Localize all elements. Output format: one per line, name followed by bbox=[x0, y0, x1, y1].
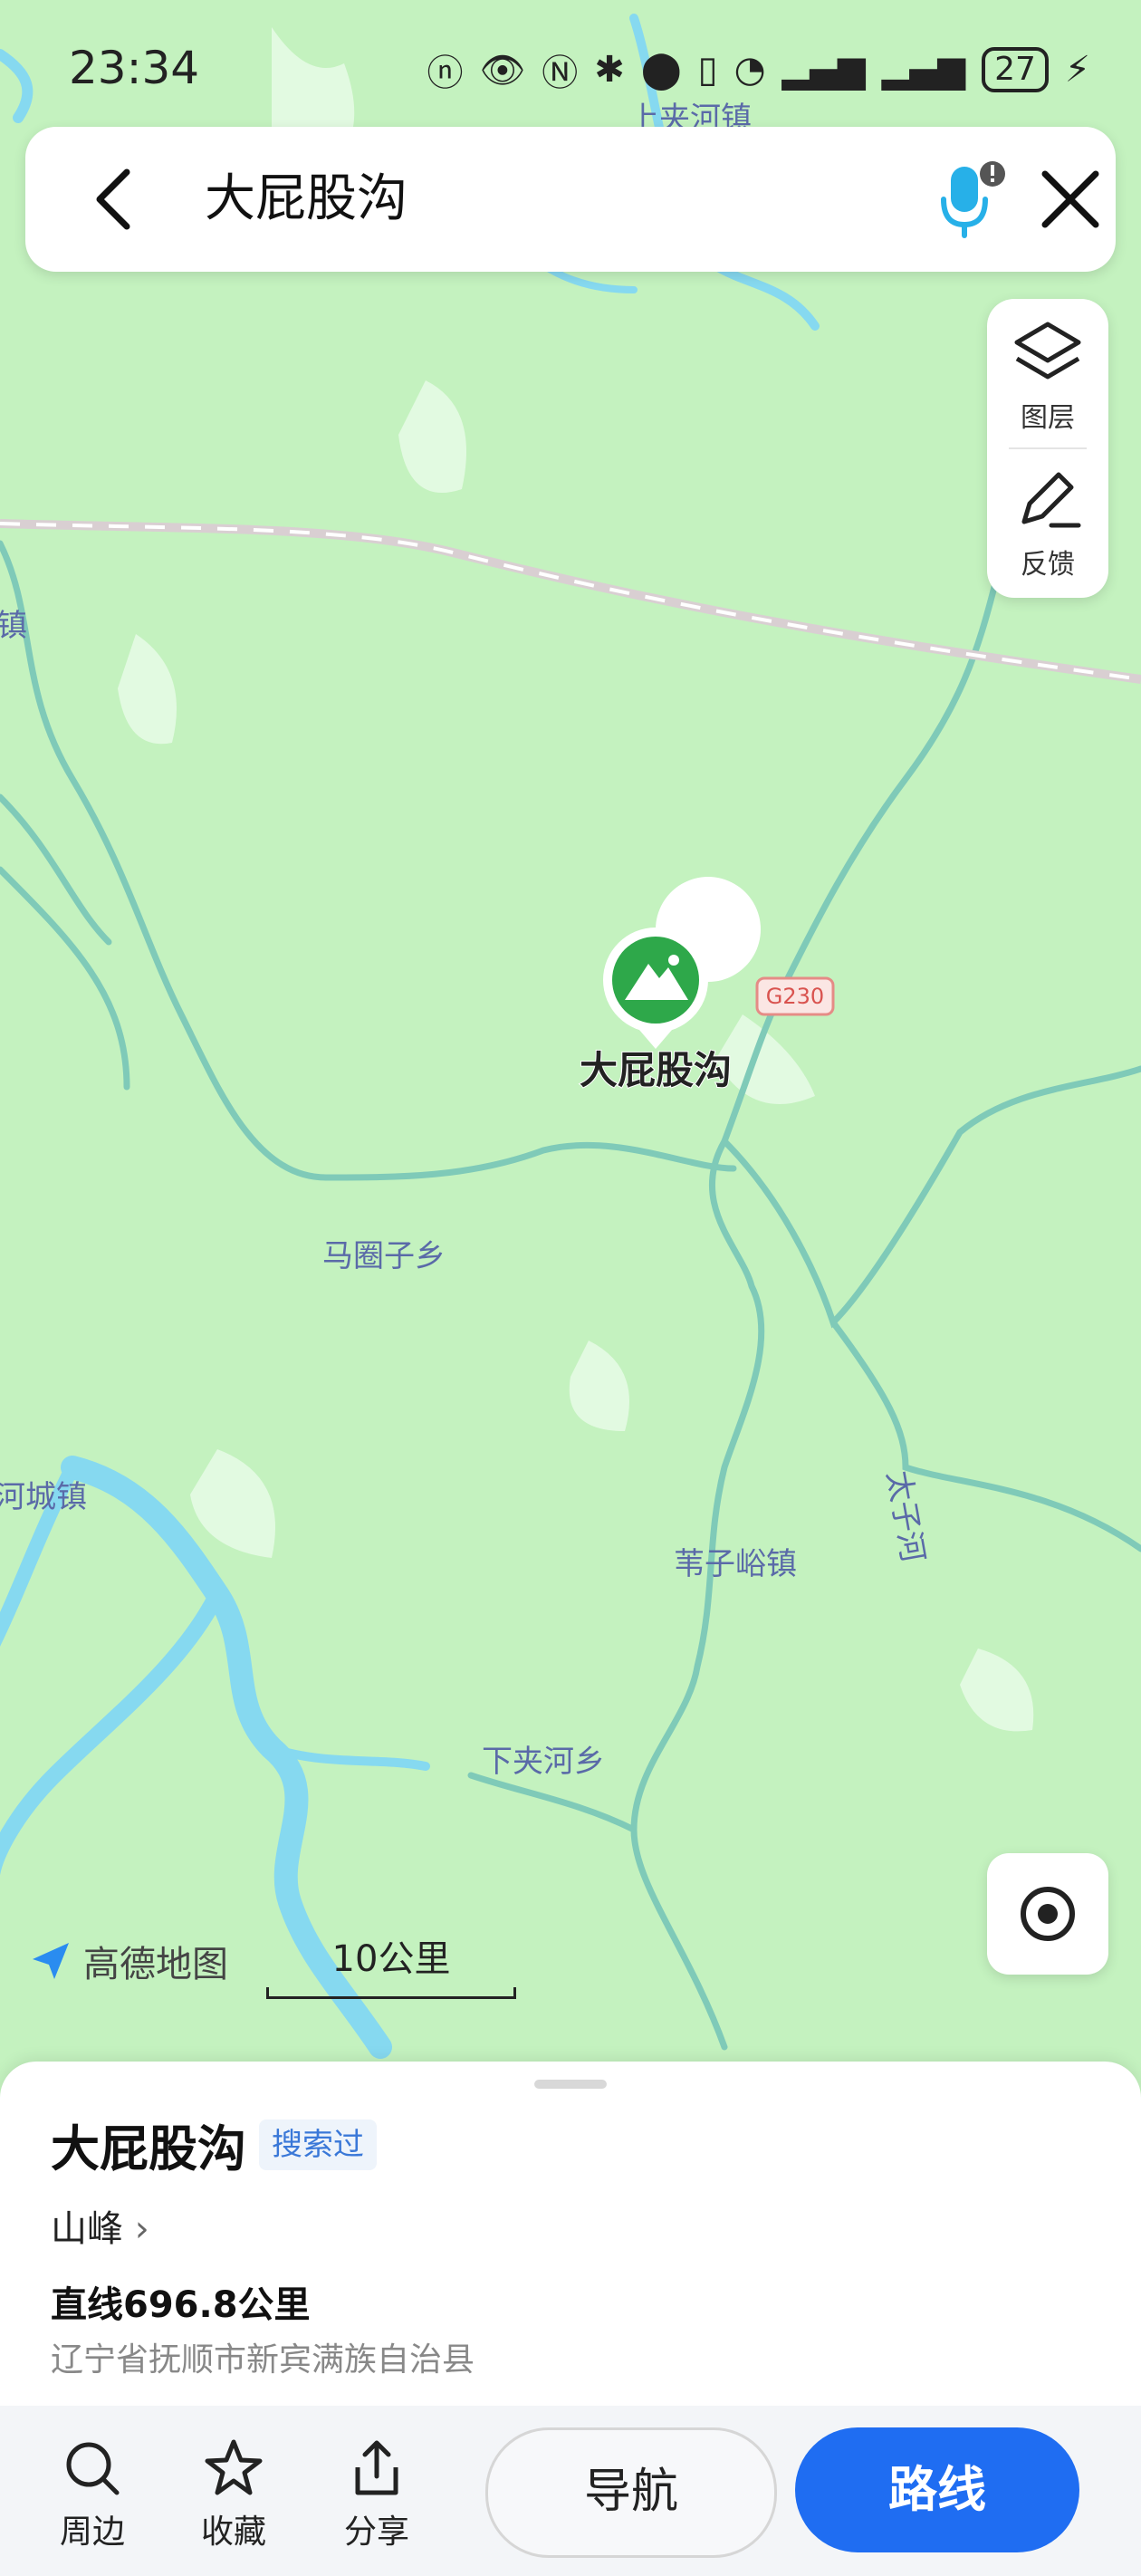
map-tools-panel: 图层 反馈 bbox=[987, 299, 1108, 598]
nearby-label: 周边 bbox=[59, 2514, 125, 2551]
place-category[interactable]: 山峰 › bbox=[51, 2199, 149, 2252]
charging-icon: ⚡ bbox=[1064, 49, 1090, 91]
road-badge: G230 bbox=[755, 976, 835, 1016]
category-label: 山峰 bbox=[51, 2208, 123, 2250]
amap-logo-icon bbox=[33, 1943, 69, 1979]
map-label-ma-quan: 马圈子乡 bbox=[322, 1238, 446, 1274]
logo-text: 高德地图 bbox=[83, 1944, 228, 1985]
layers-button[interactable]: 图层 bbox=[987, 319, 1108, 435]
sheet-handle[interactable] bbox=[534, 2080, 607, 2089]
map-label-he-cheng: 河城镇 bbox=[0, 1479, 87, 1515]
edit-icon bbox=[1021, 472, 1081, 528]
search-bar: 大屁股沟 bbox=[25, 127, 1116, 272]
close-button[interactable] bbox=[1031, 159, 1110, 239]
battery-indicator: 27 bbox=[982, 47, 1049, 92]
location-icon: ⬤ bbox=[640, 49, 682, 91]
map-label-xia-jia-he: 下夹河乡 bbox=[482, 1744, 605, 1780]
locate-button[interactable] bbox=[987, 1853, 1108, 1975]
layers-label: 图层 bbox=[1021, 402, 1075, 434]
share-label: 分享 bbox=[343, 2514, 409, 2551]
searched-badge: 搜索过 bbox=[259, 2119, 377, 2170]
status-icons: ⓝ 👁 Ⓝ ✱ ⬤ ▯ ◔ ▂▄▆ ▂▄▆ 27 ⚡ bbox=[427, 43, 1090, 96]
tools-divider bbox=[1009, 447, 1087, 449]
signal-icon: ▂▄▆ bbox=[781, 49, 866, 91]
favorite-button[interactable]: 收藏 bbox=[179, 2437, 288, 2552]
place-title: 大屁股沟 bbox=[51, 2120, 246, 2177]
road-badge-label: G230 bbox=[766, 984, 824, 1009]
microphone-icon bbox=[941, 161, 1005, 238]
voice-search-button[interactable] bbox=[922, 154, 1012, 245]
chevron-right-icon: › bbox=[134, 2208, 149, 2250]
eye-icon: 👁 bbox=[479, 49, 526, 91]
locate-icon bbox=[1021, 1887, 1075, 1941]
favorite-label: 收藏 bbox=[200, 2514, 266, 2551]
nfc-data-icon: ⓝ bbox=[427, 53, 464, 94]
nearby-button[interactable]: 周边 bbox=[38, 2437, 147, 2552]
nfc-icon: Ⓝ bbox=[542, 53, 579, 94]
place-detail-sheet[interactable]: 大屁股沟 搜索过 山峰 › 直线696.8公里 辽宁省抚顺市新宾满族自治县 bbox=[0, 2062, 1141, 2406]
status-time: 23:34 bbox=[69, 42, 200, 94]
scale-bar bbox=[266, 1987, 516, 1999]
route-button[interactable]: 路线 bbox=[795, 2427, 1079, 2552]
action-bar: 周边 收藏 分享 导航 路线 bbox=[0, 2406, 1141, 2576]
navigate-button[interactable]: 导航 bbox=[485, 2427, 777, 2558]
share-icon bbox=[355, 2440, 398, 2495]
search-query[interactable]: 大屁股沟 bbox=[205, 163, 408, 235]
map-logo: 高德地图 bbox=[27, 1935, 228, 1987]
place-address: 辽宁省抚顺市新宾满族自治县 bbox=[51, 2341, 475, 2379]
signal-icon: ▂▄▆ bbox=[881, 49, 966, 91]
back-button[interactable] bbox=[78, 161, 154, 237]
bluetooth-icon: ✱ bbox=[594, 49, 625, 91]
map-scale: 10公里 bbox=[266, 1929, 516, 1999]
scale-label: 10公里 bbox=[331, 1938, 451, 1980]
place-distance: 直线696.8公里 bbox=[51, 2284, 311, 2326]
poi-label: 大屁股沟 bbox=[580, 1048, 732, 1092]
feedback-button[interactable]: 反馈 bbox=[987, 466, 1108, 582]
share-button[interactable]: 分享 bbox=[322, 2437, 431, 2552]
star-icon bbox=[205, 2439, 263, 2495]
map-label-left-town: 镇 bbox=[0, 608, 27, 644]
search-icon bbox=[66, 2442, 120, 2495]
layers-icon bbox=[1014, 322, 1081, 380]
vibrate-icon: ▯ bbox=[697, 49, 718, 91]
feedback-label: 反馈 bbox=[1021, 549, 1075, 581]
status-bar: 23:34 ⓝ 👁 Ⓝ ✱ ⬤ ▯ ◔ ▂▄▆ ▂▄▆ 27 ⚡ bbox=[0, 0, 1141, 127]
map-view[interactable]: G230 上夹河镇 镇 马圈子乡 河城镇 苇子峪镇 下夹河乡 太子河 大屁股沟 bbox=[0, 0, 1141, 2083]
map-label-wei-zi-yu: 苇子峪镇 bbox=[674, 1546, 797, 1582]
wifi-icon: ◔ bbox=[734, 49, 766, 91]
